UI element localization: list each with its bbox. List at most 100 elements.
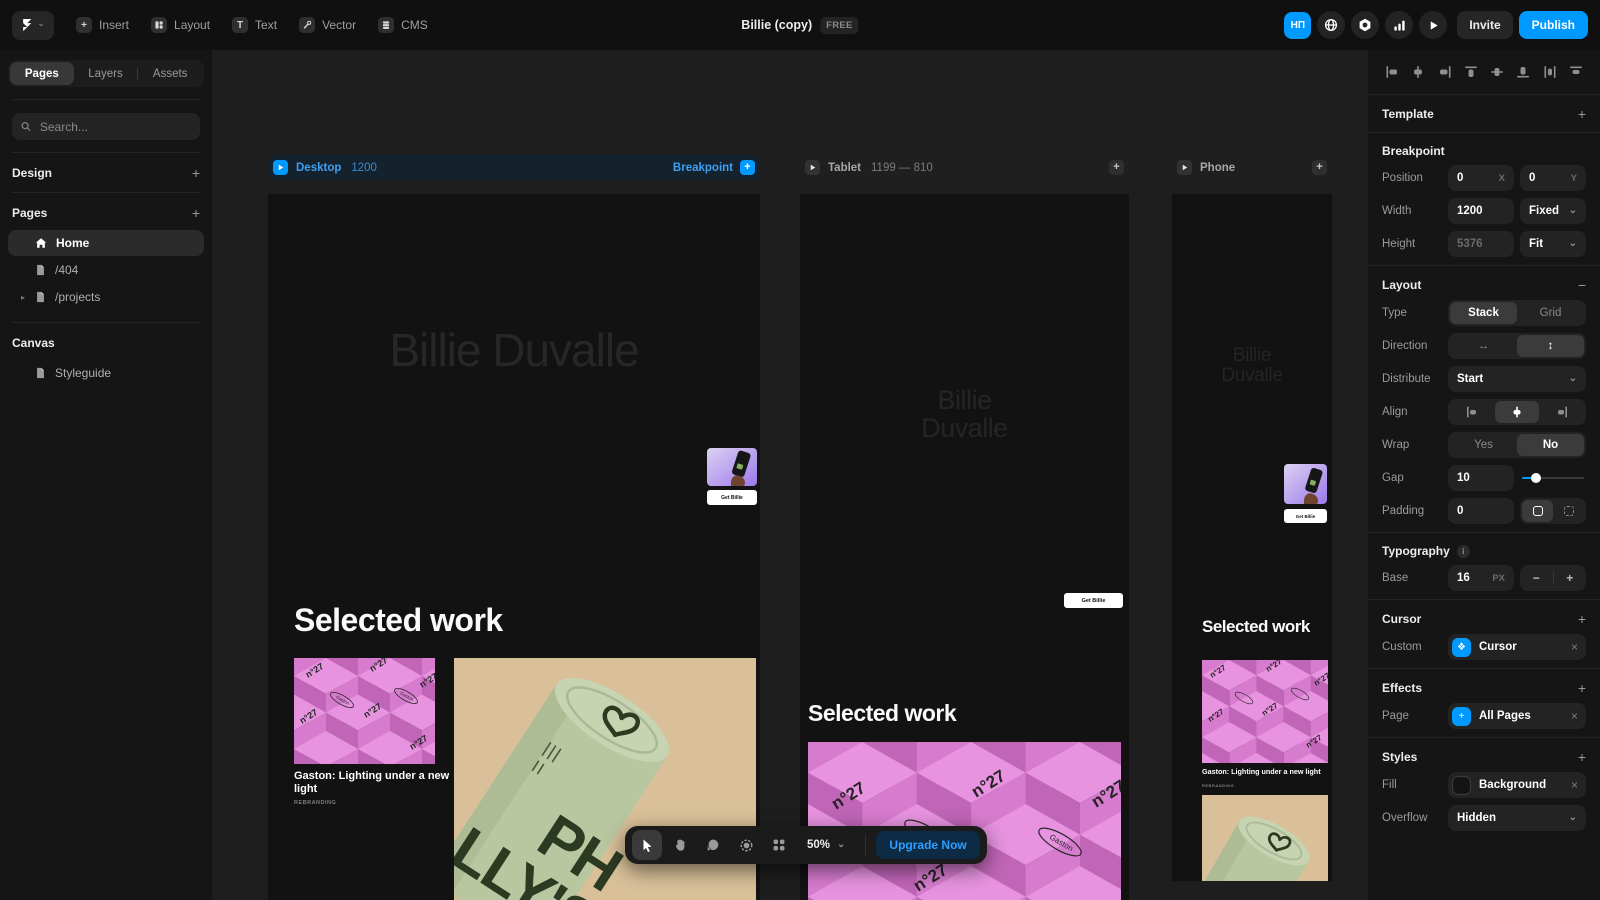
frame-header-tablet[interactable]: Tablet 1199 — 810 +	[800, 155, 1129, 180]
distribute-horizontal-icon[interactable]	[1543, 65, 1557, 79]
fill-chip[interactable]: Background ×	[1448, 772, 1586, 798]
frame-name[interactable]: Phone	[1200, 162, 1235, 174]
cursor-chip[interactable]: ❖ Cursor ×	[1448, 634, 1586, 660]
frame-desktop[interactable]: Billie Duvalle Get Billie Selected work	[268, 194, 760, 900]
add-page-button[interactable]: +	[192, 206, 200, 220]
remove-fill-icon[interactable]: ×	[1571, 778, 1578, 792]
preview-button[interactable]	[1419, 11, 1447, 39]
caret-right-icon[interactable]: ▸	[21, 293, 25, 302]
menu-text[interactable]: T Text	[232, 17, 277, 33]
position-y-input[interactable]: 0Y	[1520, 165, 1586, 191]
add-design-button[interactable]: +	[192, 166, 200, 180]
page-effect-chip[interactable]: + All Pages ×	[1448, 703, 1586, 729]
menu-insert[interactable]: + Insert	[76, 17, 129, 33]
search-input[interactable]	[38, 119, 191, 135]
sidebar-item-projects[interactable]: ▸ /projects	[8, 284, 204, 310]
avatar[interactable]: HП	[1284, 12, 1311, 39]
padding-uniform-option[interactable]	[1522, 500, 1553, 522]
height-input[interactable]: 5376	[1448, 231, 1514, 257]
sidebar-item-404[interactable]: /404	[8, 257, 204, 283]
globe-button[interactable]	[1317, 11, 1345, 39]
align-right-icon[interactable]	[1438, 65, 1452, 79]
wrap-yes-option[interactable]: Yes	[1450, 434, 1517, 456]
invite-button[interactable]: Invite	[1457, 11, 1512, 39]
frame-phone[interactable]: Billie Duvalle Get Billie Selected work	[1172, 194, 1332, 881]
preview-frame-button[interactable]	[1177, 160, 1192, 175]
menu-vector[interactable]: Vector	[299, 17, 356, 33]
menu-cms[interactable]: CMS	[378, 17, 428, 33]
base-size-input[interactable]: 16PX	[1448, 565, 1514, 591]
padding-mode-segment	[1520, 498, 1586, 524]
decrement-button[interactable]: −	[1520, 571, 1553, 585]
theme-toggle-button[interactable]	[731, 830, 761, 860]
upgrade-button[interactable]: Upgrade Now	[876, 831, 979, 859]
select-tool-button[interactable]	[632, 830, 662, 860]
pan-tool-button[interactable]	[665, 830, 695, 860]
align-left-icon[interactable]	[1385, 65, 1399, 79]
info-icon[interactable]: i	[1457, 545, 1470, 558]
remove-cursor-icon[interactable]: ×	[1571, 640, 1578, 654]
preview-frame-button[interactable]	[273, 160, 288, 175]
tab-layers[interactable]: Layers	[74, 62, 138, 85]
fill-swatch[interactable]	[1452, 776, 1471, 795]
direction-vertical-option[interactable]: ↕	[1517, 335, 1584, 357]
slider-knob[interactable]	[1531, 473, 1541, 483]
add-style-button[interactable]: +	[1578, 749, 1586, 765]
increment-button[interactable]: +	[1554, 571, 1587, 585]
align-end-option[interactable]	[1539, 401, 1584, 423]
comment-tool-button[interactable]	[698, 830, 728, 860]
breakpoint-label: Breakpoint	[673, 162, 733, 174]
height-mode-select[interactable]: Fit⌄	[1520, 231, 1586, 257]
sidebar-item-home[interactable]: Home	[8, 230, 204, 256]
gap-slider[interactable]	[1520, 477, 1586, 480]
canvas[interactable]: Desktop 1200 Breakpoint + Billie Duvalle…	[212, 50, 1368, 900]
add-cursor-button[interactable]: +	[1578, 611, 1586, 627]
type-label: Type	[1382, 307, 1442, 319]
padding-input[interactable]: 0	[1448, 498, 1514, 524]
align-top-icon[interactable]	[1464, 65, 1478, 79]
settings-button[interactable]	[1351, 11, 1379, 39]
align-bottom-icon[interactable]	[1516, 65, 1530, 79]
padding-individual-option[interactable]	[1553, 500, 1584, 522]
tab-pages[interactable]: Pages	[10, 62, 74, 85]
app-logo-menu[interactable]: ⌄	[12, 11, 54, 40]
add-breakpoint-button[interactable]: +	[740, 160, 755, 175]
width-input[interactable]: 1200	[1448, 198, 1514, 224]
search-box[interactable]	[12, 113, 200, 140]
collapse-layout-button[interactable]: −	[1578, 277, 1586, 293]
frame-name[interactable]: Desktop	[296, 162, 341, 174]
zoom-value: 50%	[807, 839, 830, 851]
distribute-vertical-icon[interactable]	[1569, 65, 1583, 79]
preview-frame-button[interactable]	[805, 160, 820, 175]
analytics-button[interactable]	[1385, 11, 1413, 39]
publish-button[interactable]: Publish	[1519, 11, 1588, 39]
align-center-option[interactable]	[1495, 401, 1540, 423]
zoom-select[interactable]: 50% ⌄	[797, 830, 855, 860]
add-effect-button[interactable]: +	[1578, 680, 1586, 696]
align-center-vertical-icon[interactable]	[1490, 65, 1504, 79]
distribute-select[interactable]: Start⌄	[1448, 366, 1586, 392]
frame-name[interactable]: Tablet	[828, 162, 861, 174]
direction-horizontal-option[interactable]: ↔	[1450, 335, 1517, 357]
align-center-horizontal-icon[interactable]	[1411, 65, 1425, 79]
grid-view-button[interactable]	[764, 830, 794, 860]
wrap-no-option[interactable]: No	[1517, 434, 1584, 456]
frame-header-desktop[interactable]: Desktop 1200 Breakpoint +	[268, 155, 760, 180]
width-mode-select[interactable]: Fixed⌄	[1520, 198, 1586, 224]
project-title[interactable]: Billie (copy)	[741, 18, 812, 32]
type-stack-option[interactable]: Stack	[1450, 302, 1517, 324]
overflow-select[interactable]: Hidden⌄	[1448, 805, 1586, 831]
add-template-button[interactable]: +	[1578, 106, 1586, 122]
frame-tablet[interactable]: Billie Duvalle Get Billie Selected work	[800, 194, 1129, 900]
position-x-input[interactable]: 0X	[1448, 165, 1514, 191]
add-breakpoint-button[interactable]: +	[1312, 160, 1327, 175]
remove-effect-icon[interactable]: ×	[1571, 709, 1578, 723]
sidebar-item-styleguide[interactable]: Styleguide	[8, 360, 204, 386]
frame-header-phone[interactable]: Phone +	[1172, 155, 1332, 180]
menu-layout[interactable]: Layout	[151, 17, 210, 33]
gap-input[interactable]: 10	[1448, 465, 1514, 491]
tab-assets[interactable]: Assets	[138, 62, 202, 85]
type-grid-option[interactable]: Grid	[1517, 302, 1584, 324]
align-start-option[interactable]	[1450, 401, 1495, 423]
add-breakpoint-button[interactable]: +	[1109, 160, 1124, 175]
